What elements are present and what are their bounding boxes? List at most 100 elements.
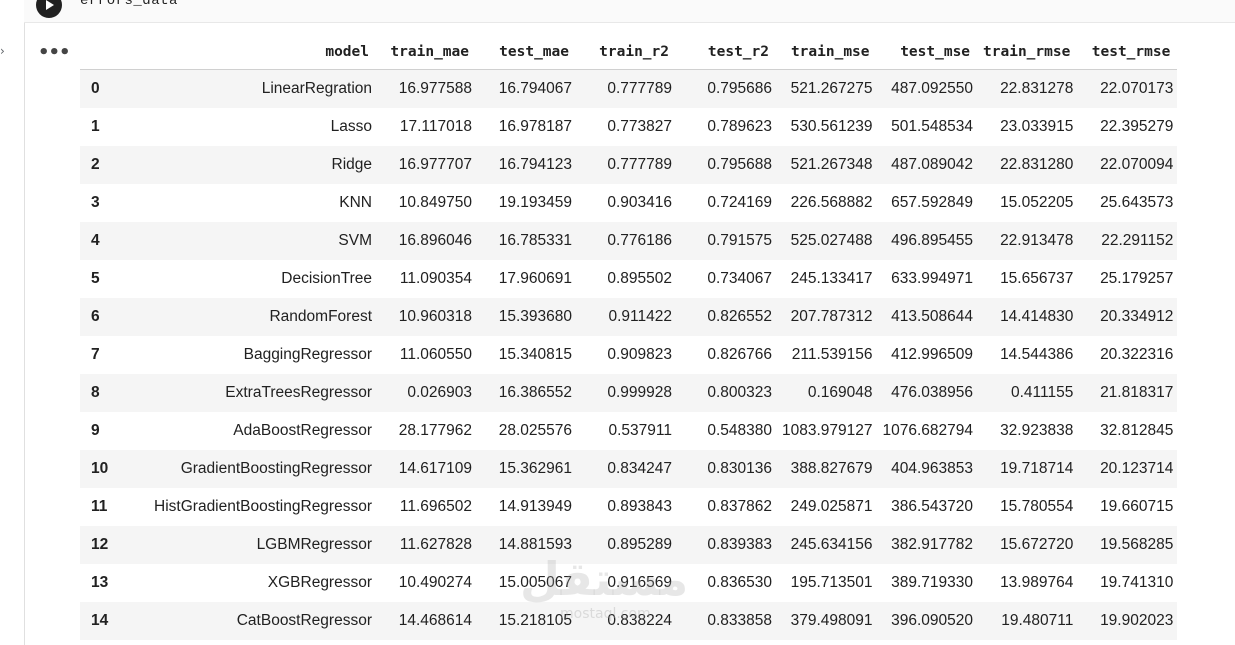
row-index: 5: [91, 270, 100, 287]
value-cell-train-mse: 530.561239: [790, 118, 873, 135]
value-cell-test-mae: 15.362961: [476, 450, 576, 488]
value-cell-test-mse: 476.038956: [876, 374, 978, 412]
value-cell-train-mse: 1083.979127: [782, 422, 873, 439]
collapse-chevron-icon[interactable]: ›: [0, 44, 5, 58]
value-cell-train-mae: 14.617109: [376, 450, 476, 488]
row-index: 4: [80, 222, 130, 260]
table-row: 2 Ridge 16.977707 16.794123 0.777789 0.795688…: [80, 146, 1178, 184]
value-cell-test-rmse: 19.902023: [1077, 602, 1178, 640]
value-cell-test-mse: 633.994971: [891, 270, 974, 287]
index-header: [80, 34, 130, 70]
table-row: 1 Lasso 17.117018 16.978187 0.773827 0.789623…: [80, 108, 1177, 146]
value-cell-test-mae: 16.978187: [498, 118, 572, 135]
value-cell-test-mse: 412.996509: [891, 346, 974, 363]
value-cell-test-r2: 0.724169: [707, 194, 772, 211]
value-cell-test-rmse: 20.334912: [1077, 298, 1178, 336]
value-cell-train-r2: 0.909823: [607, 346, 672, 363]
value-cell-train-mae: 28.177962: [398, 422, 472, 439]
value-cell-train-r2: 0.776186: [576, 222, 676, 260]
row-index: 10: [80, 450, 130, 488]
column-header-train-mse: train_mse: [776, 34, 877, 70]
value-cell-test-r2: 0.837862: [707, 498, 772, 515]
value-cell-train-mse: 379.498091: [776, 602, 877, 640]
value-cell-train-rmse: 22.831280: [977, 146, 1078, 184]
table-row: 8 ExtraTreesRegressor 0.026903 16.386552 0.9…: [80, 374, 1178, 412]
value-cell-test-mse: 657.592849: [891, 194, 974, 211]
value-cell-test-mae: 15.218105: [476, 602, 576, 640]
column-header-test-mae: test_mae: [476, 34, 576, 70]
value-cell-test-r2: 0.789623: [707, 118, 772, 135]
value-cell-train-mse: 388.827679: [776, 450, 877, 488]
value-cell-train-r2: 0.911422: [576, 298, 676, 336]
value-cell-test-mae: 14.881593: [476, 526, 576, 564]
value-cell-train-mae: 10.960318: [376, 298, 476, 336]
value-cell-train-rmse: 22.831278: [977, 69, 1078, 108]
value-cell-test-rmse: 20.322316: [1100, 346, 1174, 363]
value-cell-test-r2: 0.548380: [707, 422, 772, 439]
value-cell-train-rmse: 32.923838: [1000, 422, 1074, 439]
column-header-train-rmse: train_rmse: [977, 34, 1078, 70]
value-cell-train-rmse: 15.672720: [977, 526, 1078, 564]
model-cell: BaggingRegressor: [243, 346, 372, 363]
value-cell-test-rmse: 22.070173: [1077, 69, 1178, 108]
table-body: 0 LinearRegration 16.977588 16.794067 0.7777…: [80, 69, 1178, 640]
model-cell: RandomForest: [130, 298, 376, 336]
value-cell-test-mae: 14.913949: [498, 498, 572, 515]
value-cell-test-mse: 501.548534: [891, 118, 974, 135]
value-cell-train-rmse: 0.411155: [977, 374, 1078, 412]
value-cell-train-rmse: 14.544386: [1000, 346, 1074, 363]
value-cell-test-mse: 1076.682794: [882, 422, 974, 439]
value-cell-train-r2: 0.903416: [607, 194, 672, 211]
model-cell: AdaBoostRegressor: [233, 422, 372, 439]
play-icon: [46, 0, 54, 10]
value-cell-test-mse: 396.090520: [876, 602, 978, 640]
table-row: 13 XGBRegressor 10.490274 15.005067 0.916569…: [80, 564, 1177, 602]
value-cell-train-mse: 207.787312: [776, 298, 877, 336]
value-cell-train-r2: 0.838224: [576, 602, 676, 640]
row-index: 14: [80, 602, 130, 640]
value-cell-test-r2: 0.833858: [676, 602, 776, 640]
value-cell-train-r2: 0.834247: [576, 450, 676, 488]
value-cell-test-rmse: 25.179257: [1100, 270, 1174, 287]
value-cell-test-mse: 496.895455: [876, 222, 978, 260]
value-cell-train-mae: 11.696502: [399, 498, 472, 515]
table-row: 4 SVM 16.896046 16.785331 0.776186 0.791575 52…: [80, 222, 1178, 260]
value-cell-test-r2: 0.830136: [676, 450, 776, 488]
table-row: 5 DecisionTree 11.090354 17.960691 0.895502 0…: [80, 260, 1177, 298]
value-cell-train-mae: 11.627828: [376, 526, 476, 564]
model-cell: ExtraTreesRegressor: [130, 374, 376, 412]
value-cell-train-rmse: 15.052205: [1000, 194, 1074, 211]
code-cell[interactable]: [24, 0, 1235, 23]
value-cell-train-r2: 0.537911: [608, 422, 673, 439]
value-cell-test-mae: 16.794067: [476, 69, 576, 108]
output-menu-icon[interactable]: •••: [38, 42, 71, 63]
value-cell-train-r2: 0.773827: [607, 118, 672, 135]
cell-code[interactable]: errors_data: [80, 0, 178, 9]
value-cell-train-r2: 0.893843: [607, 498, 672, 515]
value-cell-train-rmse: 22.913478: [977, 222, 1078, 260]
table-row: 14 CatBoostRegressor 14.468614 15.218105 0.8…: [80, 602, 1178, 640]
value-cell-train-rmse: 19.480711: [977, 602, 1078, 640]
value-cell-train-mae: 16.896046: [376, 222, 476, 260]
column-header-model: model: [130, 34, 376, 70]
value-cell-train-mse: 245.634156: [776, 526, 877, 564]
value-cell-train-mse: 249.025871: [790, 498, 873, 515]
row-index: 13: [91, 574, 109, 591]
value-cell-test-rmse: 25.643573: [1100, 194, 1174, 211]
model-cell: SVM: [130, 222, 376, 260]
value-cell-train-rmse: 13.989764: [1000, 574, 1074, 591]
value-cell-test-r2: 0.836530: [707, 574, 772, 591]
value-cell-train-mae: 11.060550: [399, 346, 472, 363]
value-cell-test-rmse: 22.291152: [1077, 222, 1178, 260]
value-cell-train-rmse: 15.780554: [1000, 498, 1074, 515]
value-cell-test-mse: 404.963853: [876, 450, 978, 488]
value-cell-test-rmse: 22.395279: [1100, 118, 1174, 135]
value-cell-test-mae: 16.386552: [476, 374, 576, 412]
value-cell-test-mae: 15.340815: [498, 346, 572, 363]
dataframe-output: model train_mae test_mae train_r2 test_r2 tra…: [80, 34, 1178, 640]
value-cell-train-mae: 17.117018: [399, 118, 472, 135]
value-cell-test-mae: 16.785331: [476, 222, 576, 260]
value-cell-test-r2: 0.734067: [707, 270, 772, 287]
model-cell: GradientBoostingRegressor: [130, 450, 376, 488]
value-cell-test-rmse: 22.070094: [1077, 146, 1178, 184]
